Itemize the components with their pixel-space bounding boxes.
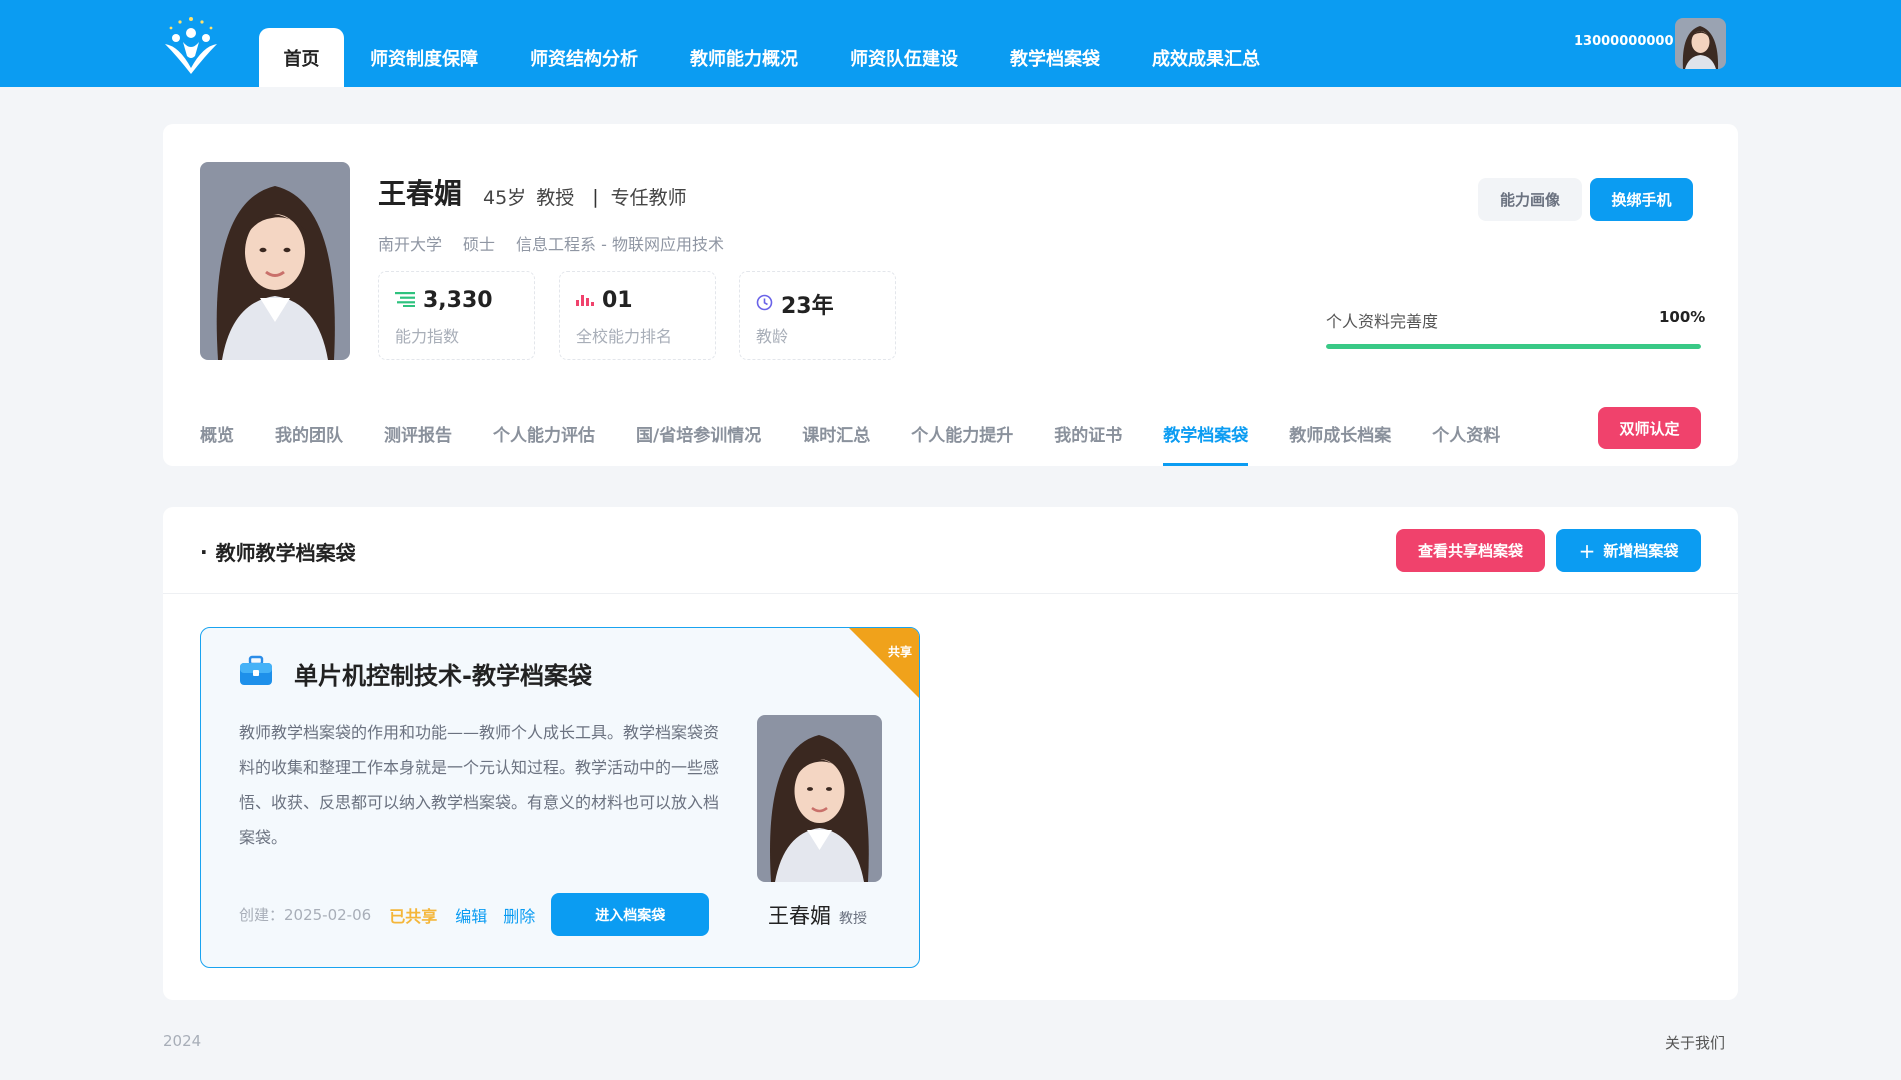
portfolio-section: · 教师教学档案袋 查看共享档案袋 + 新增档案袋 共享 单片机控制技术-教学档… (163, 507, 1738, 1000)
profile-name: 王春媚 (378, 177, 463, 210)
nav-item-structure[interactable]: 师资结构分析 (504, 28, 664, 87)
completeness-progress-fill (1326, 344, 1701, 349)
section-divider (163, 593, 1738, 594)
shared-corner-label: 共享 (887, 645, 912, 659)
section-title-text: 教师教学档案袋 (215, 541, 356, 565)
enter-portfolio-button[interactable]: 进入档案袋 (551, 893, 710, 936)
tab-training[interactable]: 国/省培参训情况 (636, 414, 761, 466)
portfolio-title[interactable]: 单片机控制技术-教学档案袋 (294, 656, 592, 691)
footer-year: 2024 (163, 1032, 202, 1050)
completeness-value: 100% (1659, 308, 1706, 326)
tab-teaching-portfolio[interactable]: 教学档案袋 (1163, 414, 1249, 466)
nav-item-portfolio[interactable]: 教学档案袋 (984, 28, 1126, 87)
briefcase-icon (239, 655, 273, 687)
title-dot: · (200, 539, 208, 564)
portfolio-owner-name: 王春媚 (768, 904, 831, 928)
nav-item-ability[interactable]: 教师能力概况 (664, 28, 824, 87)
tab-ability-evaluation[interactable]: 个人能力评估 (493, 414, 595, 466)
stat-value: 01 (602, 288, 633, 313)
profile-degree: 硕士 (463, 235, 496, 254)
user-phone[interactable]: 13000000000 (1574, 34, 1674, 49)
app-logo-icon[interactable] (161, 16, 221, 74)
dual-teacher-button[interactable]: 双师认定 (1598, 407, 1701, 449)
profile-age: 45岁 (483, 187, 527, 209)
portfolio-owner: 王春媚 教授 (768, 900, 867, 930)
nav-item-achievements[interactable]: 成效成果汇总 (1126, 28, 1286, 87)
portfolio-owner-photo (757, 715, 882, 882)
profile-photo (200, 162, 350, 360)
add-portfolio-label: 新增档案袋 (1603, 542, 1679, 560)
rebind-phone-button[interactable]: 换绑手机 (1590, 178, 1693, 221)
tab-assessment-report[interactable]: 测评报告 (384, 414, 452, 466)
top-navbar: 首页 师资制度保障 师资结构分析 教师能力概况 师资队伍建设 教学档案袋 成效成… (0, 0, 1901, 87)
profile-tabs: 概览 我的团队 测评报告 个人能力评估 国/省培参训情况 课时汇总 个人能力提升… (200, 414, 1541, 466)
completeness-progress-bar (1326, 344, 1701, 349)
stat-label: 全校能力排名 (576, 327, 673, 346)
profile-meta: 45岁 教授 | 专任教师 (483, 183, 687, 210)
portfolio-card: 共享 单片机控制技术-教学档案袋 教师教学档案袋的作用和功能——教师个人成长工具… (200, 627, 920, 968)
stat-label: 教龄 (756, 327, 789, 346)
plus-icon: + (1578, 538, 1596, 563)
profile-department: 信息工程系 - 物联网应用技术 (516, 235, 724, 254)
tab-personal-info[interactable]: 个人资料 (1432, 414, 1500, 466)
portfolio-edit-link[interactable]: 编辑 (455, 903, 487, 927)
section-title: · 教师教学档案袋 (200, 537, 356, 566)
portfolio-shared-status[interactable]: 已共享 (389, 903, 437, 927)
portfolio-description: 教师教学档案袋的作用和功能——教师个人成长工具。教学档案袋资料的收集和整理工作本… (239, 723, 720, 847)
ability-icon (395, 291, 415, 311)
stat-label: 能力指数 (395, 327, 460, 346)
stat-value: 23年 (781, 294, 834, 319)
portfolio-owner-title: 教授 (839, 911, 867, 927)
nav-item-home[interactable]: 首页 (259, 28, 344, 87)
nav-item-policy[interactable]: 师资制度保障 (344, 28, 504, 87)
portfolio-created-date: 创建：2025-02-06 (239, 906, 372, 924)
ability-portrait-button[interactable]: 能力画像 (1478, 178, 1582, 221)
stat-teaching-years: 23年 教龄 (739, 271, 896, 360)
nav-item-team-building[interactable]: 师资队伍建设 (824, 28, 984, 87)
tab-class-hours[interactable]: 课时汇总 (802, 414, 870, 466)
view-shared-portfolio-button[interactable]: 查看共享档案袋 (1396, 529, 1545, 572)
tab-my-certificates[interactable]: 我的证书 (1054, 414, 1122, 466)
portfolio-footer: 创建：2025-02-06 已共享 编辑 删除 进入档案袋 (239, 893, 710, 936)
portfolio-delete-link[interactable]: 删除 (503, 903, 535, 927)
profile-title: 教授 (536, 187, 575, 209)
stat-value: 3,330 (423, 288, 493, 313)
profile-school: 南开大学 (378, 235, 443, 254)
profile-role: 专任教师 (610, 187, 687, 209)
meta-separator: | (592, 185, 599, 208)
clock-icon (756, 294, 773, 315)
rank-chart-icon (576, 291, 594, 310)
stat-ability-index: 3,330 能力指数 (378, 271, 535, 360)
tab-my-team[interactable]: 我的团队 (275, 414, 343, 466)
profile-subinfo: 南开大学 硕士 信息工程系 - 物联网应用技术 (378, 231, 724, 255)
tab-ability-improvement[interactable]: 个人能力提升 (911, 414, 1013, 466)
footer-about-link[interactable]: 关于我们 (1665, 1032, 1725, 1053)
tab-overview[interactable]: 概览 (200, 414, 234, 466)
user-avatar[interactable] (1675, 18, 1726, 69)
add-portfolio-button[interactable]: + 新增档案袋 (1556, 529, 1701, 572)
shared-corner-ribbon (849, 628, 919, 698)
profile-card: 王春媚 45岁 教授 | 专任教师 南开大学 硕士 信息工程系 - 物联网应用技… (163, 124, 1738, 466)
tab-growth-archive[interactable]: 教师成长档案 (1289, 414, 1391, 466)
stat-school-rank: 01 全校能力排名 (559, 271, 716, 360)
completeness-label: 个人资料完善度 (1326, 312, 1439, 331)
main-nav: 首页 师资制度保障 师资结构分析 教师能力概况 师资队伍建设 教学档案袋 成效成… (259, 28, 1286, 87)
